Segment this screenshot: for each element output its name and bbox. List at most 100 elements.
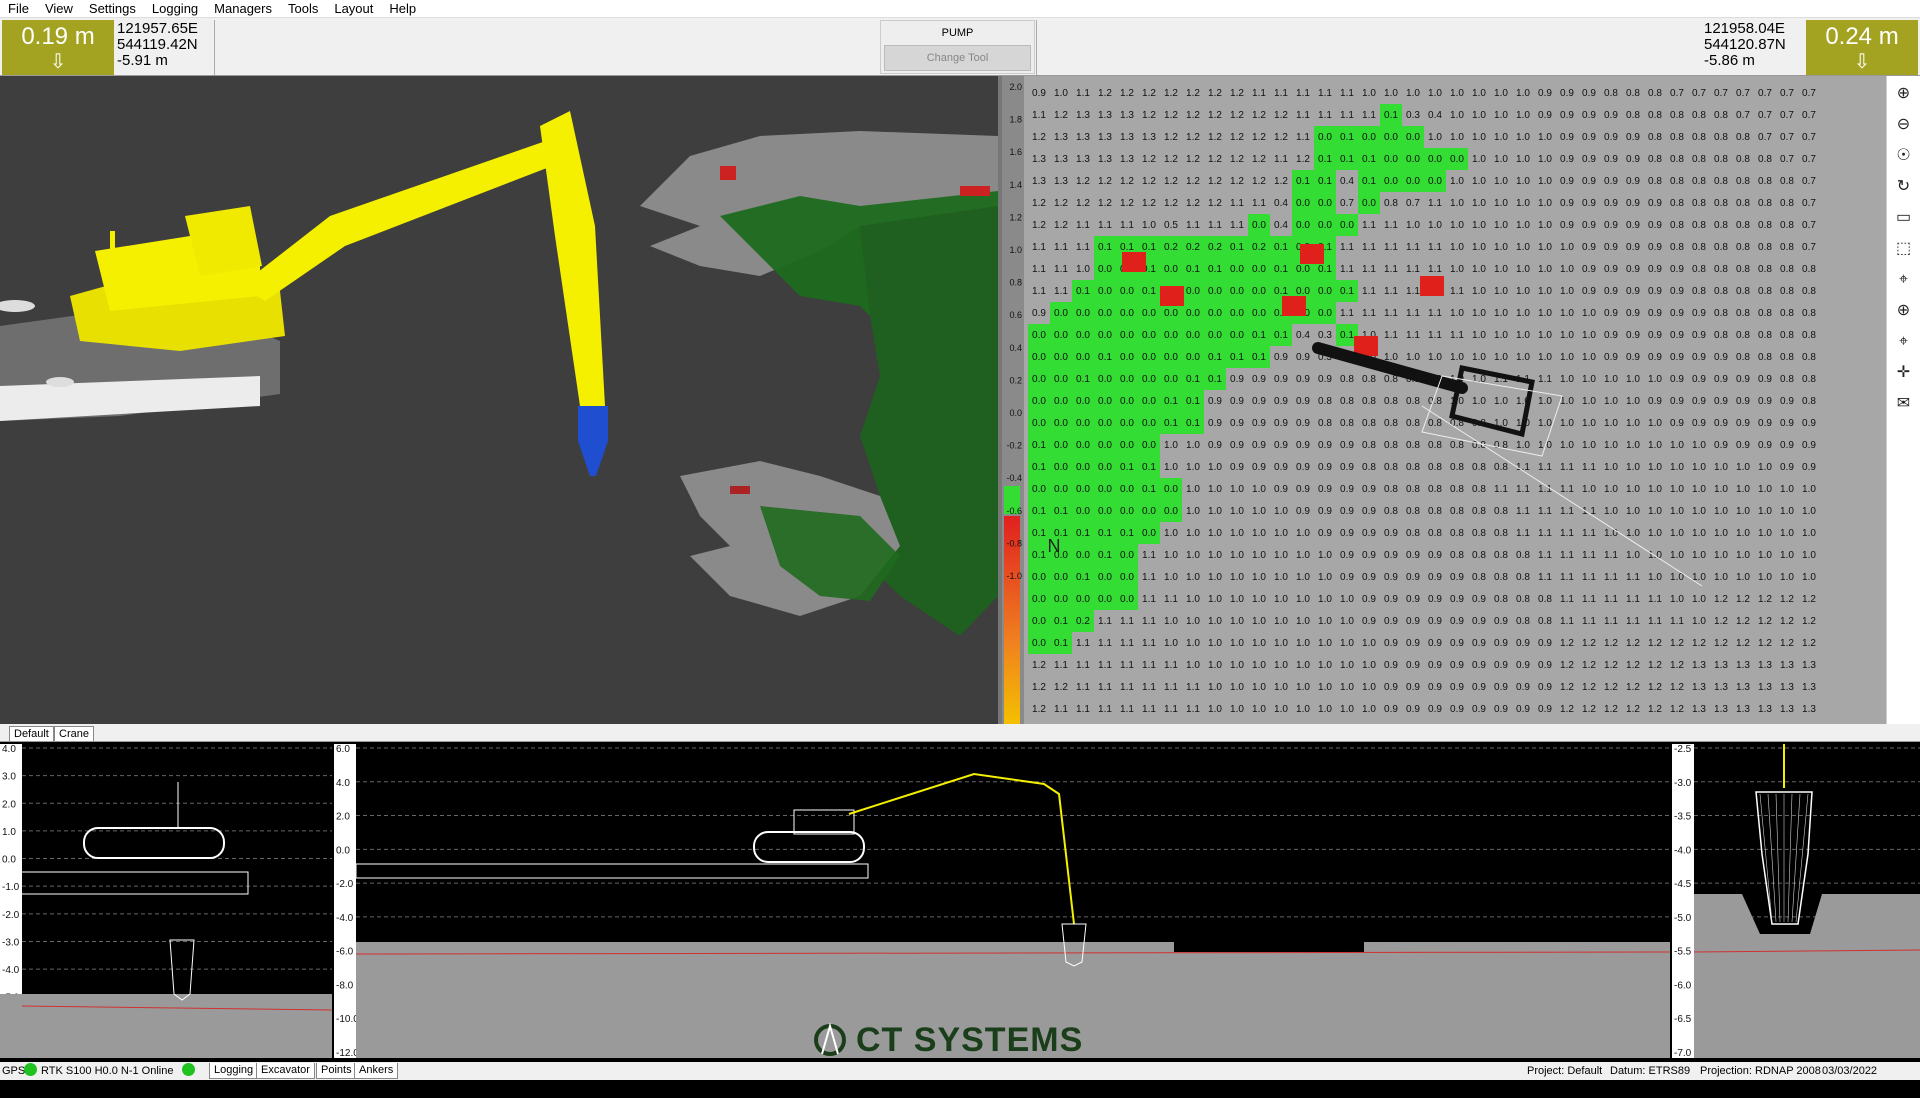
menu-layout[interactable]: Layout (326, 0, 381, 18)
grid-value: 0.8 (1516, 550, 1530, 561)
menu-logging[interactable]: Logging (144, 0, 206, 18)
grid-value: 1.1 (1428, 308, 1442, 319)
grid-value: 1.1 (1406, 330, 1420, 341)
grid-value: 0.9 (1670, 264, 1684, 275)
grid-value: 0.9 (1296, 418, 1310, 429)
grid-value: 0.0 (1142, 440, 1156, 451)
grid-value: 1.2 (1780, 616, 1794, 627)
grid-value: 0.9 (1670, 374, 1684, 385)
menu-help[interactable]: Help (381, 0, 424, 18)
axis-tick: -5.0 (1674, 913, 1692, 924)
rotate-icon[interactable]: ↻ (1891, 175, 1917, 199)
zoom-in-icon[interactable]: ⊕ (1891, 82, 1917, 106)
grid-value: 0.0 (1318, 308, 1332, 319)
grid-value: 0.8 (1648, 110, 1662, 121)
grid-value: 0.7 (1406, 198, 1420, 209)
grid-value: 0.7 (1802, 88, 1816, 99)
grid-value: 1.0 (1208, 594, 1222, 605)
grid-value: 1.0 (1626, 440, 1640, 451)
grid-value: 0.9 (1450, 682, 1464, 693)
point-icon[interactable]: ✛ (1891, 361, 1917, 385)
grid-value: 1.1 (1362, 110, 1376, 121)
grid-value: 0.1 (1340, 286, 1354, 297)
grid-value: 1.3 (1120, 132, 1134, 143)
tab-excavator[interactable]: Excavator (256, 1063, 315, 1079)
grid-value: 0.0 (1164, 374, 1178, 385)
grid-value: 1.0 (1296, 660, 1310, 671)
grid-value: 1.0 (1208, 572, 1222, 583)
tab-crane[interactable]: Crane (54, 726, 94, 741)
grid-value: 0.9 (1340, 484, 1354, 495)
grid-value: 0.8 (1802, 286, 1816, 297)
bucket-section-view[interactable]: -2.5 -3.0 -3.5 -4.0 -4.5 -5.0 -5.5 -6.0 -6.5 -7.0 (1672, 744, 1920, 1058)
grid-value: 1.0 (1252, 704, 1266, 715)
menu-file[interactable]: File (0, 0, 37, 18)
grid-value: 0.0 (1252, 264, 1266, 275)
zoom-out-icon[interactable]: ⊖ (1891, 113, 1917, 137)
3d-view[interactable]: ⊕ ▲ 🔒 ◀ M ▶ ⊕ ▼ ⊖ (0, 76, 998, 724)
grid-value: 0.9 (1692, 308, 1706, 319)
tab-default[interactable]: Default (9, 726, 54, 741)
long-section-view[interactable]: 6.0 4.0 2.0 0.0 -2.0 -4.0 -6.0 -8.0 -10.0 -12.0 (334, 744, 1670, 1058)
grid-value: 1.0 (1252, 594, 1266, 605)
right-easting: 121958.04E (1704, 20, 1785, 37)
grid-value: 0.8 (1428, 484, 1442, 495)
grid-value: 0.4 (1274, 198, 1288, 209)
grid-value: 0.8 (1428, 440, 1442, 451)
grid-value: 1.3 (1054, 154, 1068, 165)
grid-value: 1.0 (1186, 594, 1200, 605)
grid-value: 1.0 (1582, 330, 1596, 341)
tab-points[interactable]: Points (316, 1063, 357, 1079)
ruler-icon[interactable]: ▭ (1891, 206, 1917, 230)
grid-value: 0.9 (1032, 308, 1046, 319)
grid-value: 1.0 (1626, 550, 1640, 561)
grid-value: 0.0 (1186, 330, 1200, 341)
grid-value: 0.9 (1318, 528, 1332, 539)
grid-value: 0.9 (1318, 484, 1332, 495)
grid-value: 0.9 (1648, 220, 1662, 231)
grid-value: 1.2 (1274, 132, 1288, 143)
grid-value: 1.2 (1164, 176, 1178, 187)
grid-value: 1.0 (1208, 528, 1222, 539)
grid-value: 1.2 (1186, 88, 1200, 99)
grid-value: 1.0 (1318, 638, 1332, 649)
grid-value: 0.8 (1692, 286, 1706, 297)
grid-value: 1.1 (1142, 682, 1156, 693)
grid-value: 0.9 (1406, 616, 1420, 627)
menu-settings[interactable]: Settings (81, 0, 144, 18)
north-arrow-icon: N (1048, 536, 1061, 556)
grid-value: 1.3 (1692, 704, 1706, 715)
grid-value: 1.2 (1252, 132, 1266, 143)
grid-value: 1.0 (1340, 660, 1354, 671)
grid-value: 0.8 (1736, 330, 1750, 341)
target-icon[interactable]: ⌖ (1891, 268, 1917, 292)
tab-ankers[interactable]: Ankers (354, 1063, 399, 1079)
logo-icon (814, 1022, 846, 1056)
select-icon[interactable]: ⬚ (1891, 237, 1917, 261)
grid-value: 0.0 (1032, 374, 1046, 385)
grid-value: 1.3 (1780, 660, 1794, 671)
tab-logging[interactable]: Logging (209, 1063, 259, 1079)
grid-value: 0.9 (1516, 638, 1530, 649)
grid-value: 0.0 (1384, 176, 1398, 187)
grid-value: 1.0 (1670, 528, 1684, 539)
grid-value: 0.1 (1032, 506, 1046, 517)
crosshair-icon[interactable]: ⊕ (1891, 299, 1917, 323)
menu-view[interactable]: View (37, 0, 81, 18)
menu-managers[interactable]: Managers (206, 0, 280, 18)
grid-value: 0.8 (1406, 506, 1420, 517)
grid-value: 1.1 (1142, 594, 1156, 605)
grid-value: 0.9 (1802, 462, 1816, 473)
zoom-extent-icon[interactable]: ☉ (1891, 144, 1917, 168)
left-easting: 121957.65E (117, 20, 198, 37)
grid-value: 1.0 (1626, 396, 1640, 407)
menu-tools[interactable]: Tools (280, 0, 326, 18)
grid-value: 1.1 (1362, 264, 1376, 275)
grid-value: 1.0 (1802, 506, 1816, 517)
grid-value: 0.9 (1472, 660, 1486, 671)
plan-view[interactable]: 0.9 1.0 1.1 1.2 1.2 1.2 1.2 1.2 1.2 1.2 1.1 1.1 1.1 1… (1002, 76, 1886, 724)
crosshair-alt-icon[interactable]: ⌖ (1891, 330, 1917, 354)
message-icon[interactable]: ✉ (1891, 392, 1917, 416)
side-section-view[interactable]: 4.03.02.01.00.0-1.0-2.0-3.0-4.0-5.0-6.0-… (0, 744, 332, 1058)
change-tool-button[interactable]: Change Tool (884, 45, 1031, 71)
